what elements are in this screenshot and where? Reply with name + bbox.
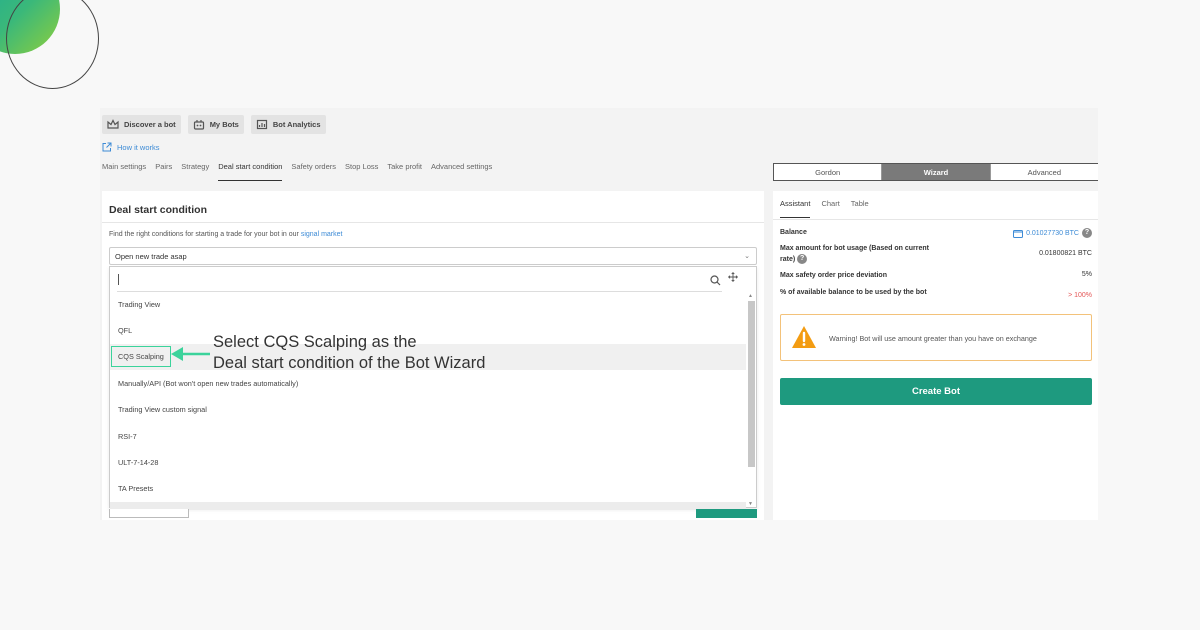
annotation-arrow-icon — [171, 347, 210, 361]
tab-safety-orders[interactable]: Safety orders — [291, 162, 336, 181]
dropdown-scrollbar[interactable]: ▲ ▼ — [746, 293, 756, 507]
assistant-panel: Assistant Chart Table Balance 0.01027730… — [773, 191, 1098, 520]
option-label: CQS Scalping — [111, 346, 171, 368]
text-caret — [118, 274, 119, 285]
how-it-works-label: How it works — [117, 142, 160, 152]
selected-value: Open new trade asap — [115, 251, 187, 261]
option-label: Trading View — [118, 299, 161, 309]
top-nav: Discover a bot My Bots Bot Analytics — [102, 115, 326, 134]
move-icon[interactable] — [728, 272, 738, 282]
tab-chart[interactable]: Chart — [821, 199, 839, 218]
tab-advanced-settings[interactable]: Advanced settings — [431, 162, 492, 181]
option-ta-presets[interactable]: TA Presets — [110, 476, 746, 502]
option-label: Manually/API (Bot won't open new trades … — [118, 378, 299, 388]
max-safety-label: Max safety order price deviation — [780, 272, 887, 279]
my-bots-label: My Bots — [209, 120, 239, 129]
search-icon[interactable] — [710, 275, 721, 286]
max-amount-value: 0.01800821 BTC — [1039, 250, 1092, 257]
hidden-control-right — [696, 509, 757, 518]
option-trading-view[interactable]: Trading View — [110, 291, 746, 317]
tab-table[interactable]: Table — [851, 199, 869, 218]
max-amount-label: Max amount for bot usage (Based on curre… — [780, 244, 930, 265]
annotation-line-1: Select CQS Scalping as the — [213, 333, 417, 351]
tab-deal-start-condition[interactable]: Deal start condition — [218, 162, 283, 181]
option-label: TA Presets — [118, 484, 154, 494]
tab-assistant[interactable]: Assistant — [780, 199, 811, 218]
balance-value: 0.01027730 BTC — [1026, 229, 1079, 237]
deal-condition-select[interactable]: Open new trade asap ⌄ — [109, 247, 757, 265]
mode-switcher: Gordon Wizard Advanced — [773, 163, 1098, 181]
option-list: Trading View QFL CQS Scalping Manually/A… — [110, 291, 746, 511]
card-description: Find the right conditions for starting a… — [109, 231, 342, 238]
pct-balance-value: > 100% — [1068, 292, 1092, 299]
hidden-control-left — [109, 509, 189, 518]
tab-take-profit[interactable]: Take profit — [387, 162, 422, 181]
robot-icon — [193, 120, 204, 130]
bot-analytics-label: Bot Analytics — [272, 120, 321, 129]
balance-label: Balance — [780, 229, 807, 236]
help-icon[interactable]: ? — [1082, 228, 1092, 238]
warning-text: Warning! Bot will use amount greater tha… — [829, 334, 1037, 343]
outline-circle — [6, 0, 99, 89]
app-screenshot: Discover a bot My Bots Bot Analytics How… — [100, 108, 1098, 520]
option-trading-view-custom[interactable]: Trading View custom signal — [110, 397, 746, 423]
chart-icon — [256, 119, 267, 130]
decorative-circles — [0, 0, 110, 100]
discover-bot-label: Discover a bot — [124, 120, 176, 129]
annotation-line-2: Deal start condition of the Bot Wizard — [213, 354, 486, 372]
discover-bot-button[interactable]: Discover a bot — [102, 115, 181, 134]
external-link-icon — [102, 142, 112, 152]
condition-dropdown: Trading View QFL CQS Scalping Manually/A… — [109, 266, 757, 511]
warning-icon — [792, 326, 816, 348]
crown-icon — [107, 119, 119, 129]
option-label: Trading View custom signal — [118, 405, 207, 415]
create-bot-button[interactable]: Create Bot — [780, 378, 1092, 405]
scroll-up-icon[interactable]: ▲ — [748, 293, 753, 299]
balance-value-wrap: 0.01027730 BTC ? — [1013, 228, 1092, 238]
mode-wizard[interactable]: Wizard — [882, 164, 991, 180]
tab-strategy[interactable]: Strategy — [181, 162, 209, 181]
mode-advanced[interactable]: Advanced — [991, 164, 1098, 180]
tab-stop-loss[interactable]: Stop Loss — [345, 162, 378, 181]
option-label: ULT-7-14-28 — [118, 458, 159, 468]
chevron-down-icon: ⌄ — [744, 253, 750, 260]
option-partial — [110, 502, 746, 511]
annotation-text: Select CQS Scalping as the Deal start co… — [213, 332, 485, 374]
scroll-down-icon[interactable]: ▼ — [748, 501, 753, 507]
option-manually-api[interactable]: Manually/API (Bot won't open new trades … — [110, 370, 746, 396]
how-it-works-link[interactable]: How it works — [102, 142, 160, 152]
max-safety-value: 5% — [1081, 271, 1092, 278]
tab-main-settings[interactable]: Main settings — [102, 162, 146, 181]
description-text: Find the right conditions for starting a… — [109, 231, 299, 238]
divider — [102, 222, 764, 223]
option-label: QFL — [118, 326, 133, 336]
assistant-tabs: Assistant Chart Table — [780, 199, 869, 218]
signal-market-link[interactable]: signal market — [301, 231, 343, 238]
bot-analytics-button[interactable]: Bot Analytics — [250, 115, 326, 134]
option-label: RSI-7 — [118, 431, 137, 441]
wallet-icon — [1013, 229, 1024, 238]
option-ult[interactable]: ULT-7-14-28 — [110, 449, 746, 475]
warning-box: Warning! Bot will use amount greater tha… — [780, 314, 1092, 361]
pct-balance-label: % of available balance to be used by the… — [780, 289, 927, 296]
option-rsi-7[interactable]: RSI-7 — [110, 423, 746, 449]
dropdown-search[interactable] — [110, 267, 756, 293]
help-icon[interactable]: ? — [797, 254, 808, 264]
card-title: Deal start condition — [109, 204, 208, 216]
settings-tabs: Main settings Pairs Strategy Deal start … — [102, 162, 492, 181]
mode-gordon[interactable]: Gordon — [774, 164, 883, 180]
tab-pairs[interactable]: Pairs — [155, 162, 172, 181]
divider — [773, 219, 1098, 220]
scrollbar-thumb[interactable] — [748, 301, 755, 467]
my-bots-button[interactable]: My Bots — [187, 115, 244, 134]
